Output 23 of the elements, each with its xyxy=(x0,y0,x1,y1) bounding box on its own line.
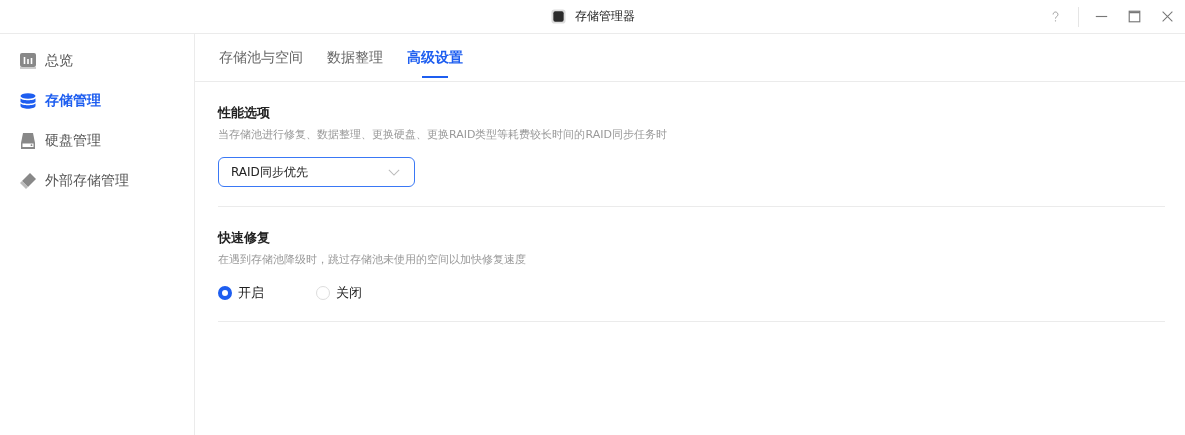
dropdown[interactable]: RAID同步优先 xyxy=(218,157,415,187)
section-title: 性能选项 xyxy=(218,104,271,122)
radio-option[interactable]: 开启 xyxy=(218,284,264,302)
sidebar-item[interactable]: 硬盘管理 xyxy=(0,121,194,161)
close-icon[interactable] xyxy=(1161,10,1174,23)
section-description: 当存储池进行修复、数据整理、更换硬盘、更换RAID类型等耗费较长时间的RAID同步任务时 xyxy=(218,127,668,143)
section-title: 快速修复 xyxy=(218,229,271,247)
database-icon xyxy=(20,93,36,109)
app-icon xyxy=(550,9,566,24)
tab[interactable]: 存储池与空间 xyxy=(219,34,303,81)
radio-button[interactable] xyxy=(218,286,232,300)
tab[interactable]: 高级设置 xyxy=(407,34,463,81)
window-title: 存储管理器 xyxy=(574,8,635,25)
sidebar-item[interactable]: 总览 xyxy=(0,41,194,81)
chevron-down-icon xyxy=(388,168,400,176)
hard-drive-icon xyxy=(20,133,36,149)
sidebar-item[interactable]: 外部存储管理 xyxy=(0,161,194,201)
tab[interactable]: 数据整理 xyxy=(327,34,383,81)
sidebar-item[interactable]: 存储管理 xyxy=(0,81,194,121)
radio-option[interactable]: 关闭 xyxy=(316,284,362,302)
bar-chart-icon xyxy=(20,53,36,69)
section-description: 在遇到存储池降级时，跳过存储池未使用的空间以加快修复速度 xyxy=(218,252,527,268)
maximize-icon[interactable] xyxy=(1128,10,1141,23)
